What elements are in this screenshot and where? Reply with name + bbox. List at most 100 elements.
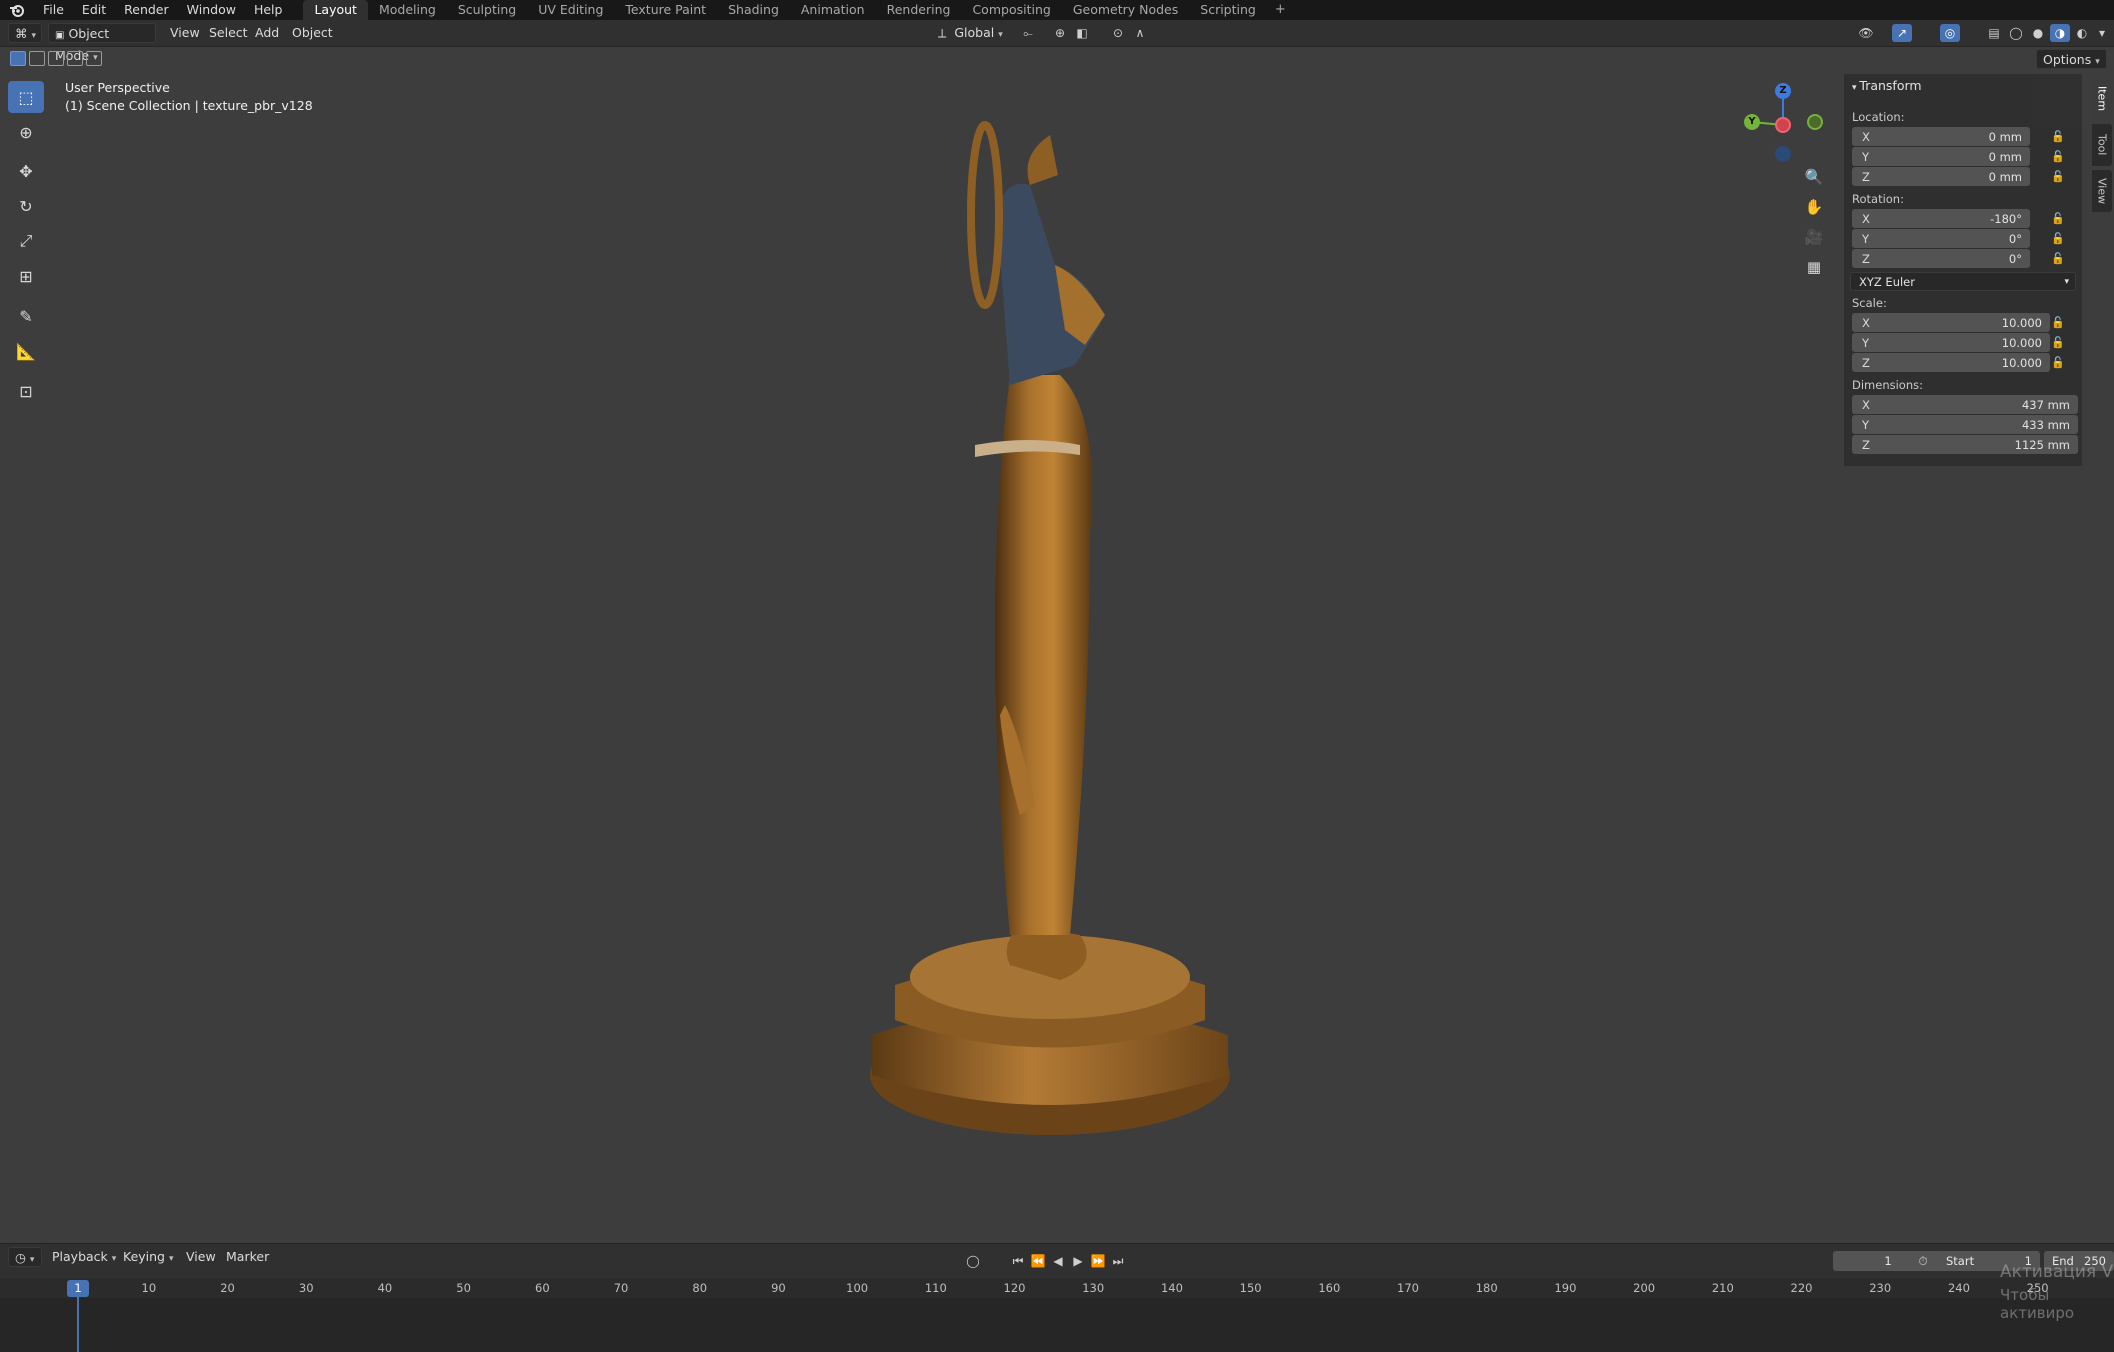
camera-view-icon[interactable]: 🎥 xyxy=(1801,224,1827,250)
scale-y-field[interactable]: Y 10.000 xyxy=(1852,333,2050,352)
gizmo-y-axis[interactable]: Y xyxy=(1744,114,1760,130)
measure-tool[interactable]: 📐 xyxy=(8,335,44,367)
proportional-editing-icon[interactable]: ⊙ xyxy=(1108,24,1128,42)
tab-geometry-nodes[interactable]: Geometry Nodes xyxy=(1062,0,1189,20)
play-reverse-icon[interactable]: ◀ xyxy=(1048,1252,1068,1270)
scale-x-field[interactable]: X 10.000 xyxy=(1852,313,2050,332)
location-z-field[interactable]: Z 0 mm xyxy=(1852,167,2030,186)
play-icon[interactable]: ▶ xyxy=(1068,1252,1088,1270)
timeline-track-area[interactable] xyxy=(0,1298,2114,1352)
add-workspace-button[interactable]: + xyxy=(1267,0,1294,20)
select-extend-icon[interactable] xyxy=(29,51,45,66)
pivot-point-icon[interactable]: ⟜ xyxy=(1018,24,1038,42)
tab-tool[interactable]: Tool xyxy=(2092,124,2112,166)
menu-playback[interactable]: Playback ▾ xyxy=(46,1247,122,1267)
snap-icon[interactable]: ⊕ xyxy=(1050,24,1070,42)
tab-rendering[interactable]: Rendering xyxy=(876,0,962,20)
tab-item[interactable]: Item xyxy=(2092,78,2112,120)
orientation-gizmo[interactable]: Z Y xyxy=(1733,80,1833,162)
shading-options-icon[interactable]: ▾ xyxy=(2092,24,2112,42)
lock-icon[interactable]: 🔓 xyxy=(2051,232,2065,245)
timeline-ruler[interactable]: 10 20 30 40 50 60 70 80 90 100 110 120 130 140 150 160 1… xyxy=(0,1278,2114,1298)
menu-timeline-view[interactable]: View xyxy=(180,1247,222,1267)
gizmo-neg-z-axis[interactable] xyxy=(1775,146,1791,162)
menu-window[interactable]: Window xyxy=(178,0,245,20)
lock-icon[interactable]: 🔓 xyxy=(2051,150,2065,163)
tab-compositing[interactable]: Compositing xyxy=(961,0,1061,20)
jump-keyframe-forward-icon[interactable]: ⏩ xyxy=(1088,1252,1108,1270)
rotation-y-field[interactable]: Y 0° xyxy=(1852,229,2030,248)
rotate-tool[interactable]: ↻ xyxy=(8,190,44,222)
gizmo-z-axis[interactable]: Z xyxy=(1775,83,1791,99)
tab-animation[interactable]: Animation xyxy=(790,0,876,20)
lock-icon[interactable]: 🔓 xyxy=(2051,170,2065,183)
tab-layout[interactable]: Layout xyxy=(303,0,368,20)
transform-section-header[interactable]: ▾ Transform xyxy=(1852,78,1922,93)
material-preview-icon[interactable]: ◑ xyxy=(2050,24,2070,42)
wireframe-shading-icon[interactable]: ◯ xyxy=(2006,24,2026,42)
rendered-shading-icon[interactable]: ◐ xyxy=(2072,24,2092,42)
annotate-tool[interactable]: ✎ xyxy=(8,300,44,332)
pan-hand-icon[interactable]: ✋ xyxy=(1801,194,1827,220)
timeline-editor-type[interactable]: ◷ ▾ xyxy=(8,1247,42,1267)
playhead-frame-marker[interactable]: 1 xyxy=(67,1280,89,1297)
lock-icon[interactable]: 🔓 xyxy=(2051,356,2065,369)
scale-tool[interactable]: ⤢ xyxy=(8,225,44,257)
auto-keying-icon[interactable]: ◯ xyxy=(963,1252,983,1270)
menu-marker[interactable]: Marker xyxy=(220,1247,275,1267)
menu-render[interactable]: Render xyxy=(115,0,178,20)
cursor-tool[interactable]: ⊕ xyxy=(8,116,44,148)
gizmo-toggle-icon[interactable]: ↗ xyxy=(1892,24,1912,42)
gizmo-neg-y-axis[interactable] xyxy=(1807,114,1823,130)
jump-end-icon[interactable]: ⏭ xyxy=(1108,1252,1128,1270)
lock-icon[interactable]: 🔓 xyxy=(2051,316,2065,329)
jump-start-icon[interactable]: ⏮ xyxy=(1008,1252,1028,1270)
rotation-mode-dropdown[interactable]: XYZ Euler ▾ xyxy=(1850,272,2076,291)
tab-modeling[interactable]: Modeling xyxy=(368,0,447,20)
editor-type-dropdown[interactable]: ⌘ ▾ xyxy=(8,23,42,43)
menu-add[interactable]: Add xyxy=(249,23,285,43)
tab-shading[interactable]: Shading xyxy=(717,0,790,20)
rotation-x-field[interactable]: X -180° xyxy=(1852,209,2030,228)
tab-scripting[interactable]: Scripting xyxy=(1189,0,1267,20)
zoom-icon[interactable]: 🔍 xyxy=(1801,164,1827,190)
tab-texture-paint[interactable]: Texture Paint xyxy=(614,0,717,20)
select-new-icon[interactable] xyxy=(10,51,26,66)
dimension-y-field[interactable]: Y 433 mm xyxy=(1852,415,2078,434)
options-dropdown[interactable]: Options ▾ xyxy=(2036,49,2107,69)
menu-view[interactable]: View xyxy=(164,23,206,43)
menu-edit[interactable]: Edit xyxy=(73,0,115,20)
scale-z-field[interactable]: Z 10.000 xyxy=(1852,353,2050,372)
select-intersect-icon[interactable] xyxy=(86,51,102,66)
menu-file[interactable]: File xyxy=(34,0,73,20)
menu-keying[interactable]: Keying ▾ xyxy=(117,1247,180,1267)
falloff-icon[interactable]: ∧ xyxy=(1130,24,1150,42)
menu-select[interactable]: Select xyxy=(203,23,254,43)
lock-icon[interactable]: 🔓 xyxy=(2051,336,2065,349)
statue-model[interactable] xyxy=(860,115,1240,1175)
lock-icon[interactable]: 🔓 xyxy=(2051,252,2065,265)
solid-shading-icon[interactable]: ● xyxy=(2028,24,2048,42)
mode-dropdown[interactable]: ▣ Object Mode ▾ xyxy=(48,23,156,63)
dimension-x-field[interactable]: X 437 mm xyxy=(1852,395,2078,414)
menu-help[interactable]: Help xyxy=(245,0,292,20)
tab-view[interactable]: View xyxy=(2092,170,2112,212)
stopwatch-icon[interactable]: ⏱ xyxy=(1913,1252,1933,1270)
lock-icon[interactable]: 🔓 xyxy=(2051,130,2065,143)
jump-keyframe-back-icon[interactable]: ⏪ xyxy=(1028,1252,1048,1270)
transform-orientation-dropdown[interactable]: ⟂ Global ▾ xyxy=(932,23,1009,43)
xray-icon[interactable]: ▤ xyxy=(1984,24,2004,42)
transform-tool[interactable]: ⊞ xyxy=(8,260,44,292)
select-invert-icon[interactable] xyxy=(67,51,83,66)
tab-sculpting[interactable]: Sculpting xyxy=(447,0,527,20)
overlay-toggle-icon[interactable]: ◎ xyxy=(1940,24,1960,42)
dimension-z-field[interactable]: Z 1125 mm xyxy=(1852,435,2078,454)
visibility-icon[interactable]: 👁 xyxy=(1856,24,1876,42)
move-tool[interactable]: ✥ xyxy=(8,155,44,187)
select-subtract-icon[interactable] xyxy=(48,51,64,66)
location-y-field[interactable]: Y 0 mm xyxy=(1852,147,2030,166)
lock-icon[interactable]: 🔓 xyxy=(2051,212,2065,225)
location-x-field[interactable]: X 0 mm xyxy=(1852,127,2030,146)
tab-uv-editing[interactable]: UV Editing xyxy=(527,0,614,20)
select-box-tool[interactable]: ⬚ xyxy=(8,81,44,113)
